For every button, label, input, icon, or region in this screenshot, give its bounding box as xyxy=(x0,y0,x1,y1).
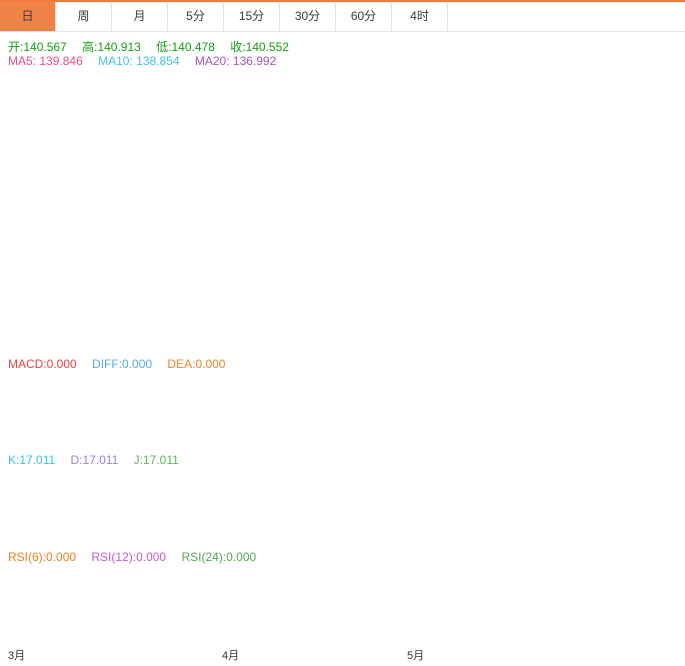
tab-60min[interactable]: 60分 xyxy=(336,2,392,31)
tab-30min[interactable]: 30分 xyxy=(280,2,336,31)
dea-value: DEA:0.000 xyxy=(167,357,225,371)
j-value: J:17.011 xyxy=(134,453,179,467)
ma20-value: MA20: 136.992 xyxy=(195,54,276,68)
tab-day[interactable]: 日 xyxy=(0,2,56,31)
ma5-value: MA5: 139.846 xyxy=(8,54,83,68)
diff-value: DIFF:0.000 xyxy=(92,357,152,371)
period-toolbar: 日 周 月 5分 15分 30分 60分 4时 xyxy=(0,2,685,32)
rsi12-value: RSI(12):0.000 xyxy=(91,550,166,564)
rsi24-value: RSI(24):0.000 xyxy=(181,550,256,564)
rsi6-value: RSI(6):0.000 xyxy=(8,550,76,564)
k-value: K:17.011 xyxy=(8,453,55,467)
kdj-row: K:17.011 D:17.011 J:17.011 xyxy=(8,453,191,467)
tab-15min[interactable]: 15分 xyxy=(224,2,280,31)
trading-chart-app: 日 周 月 5分 15分 30分 60分 4时 开:140.567 高:140.… xyxy=(0,0,685,666)
ma-row: MA5: 139.846 MA10: 138.854 MA20: 136.992 xyxy=(8,54,288,68)
close-value: 收:140.552 xyxy=(230,40,289,54)
low-value: 低:140.478 xyxy=(156,40,215,54)
tab-4hour[interactable]: 4时 xyxy=(392,2,448,31)
d-value: D:17.011 xyxy=(71,453,119,467)
ma10-value: MA10: 138.854 xyxy=(98,54,179,68)
high-value: 高:140.913 xyxy=(82,40,141,54)
macd-row: MACD:0.000 DIFF:0.000 DEA:0.000 xyxy=(8,357,237,371)
tab-week[interactable]: 周 xyxy=(56,2,112,31)
macd-value: MACD:0.000 xyxy=(8,357,77,371)
xaxis-label-may: 5月 xyxy=(407,647,424,663)
tab-5min[interactable]: 5分 xyxy=(168,2,224,31)
tab-month[interactable]: 月 xyxy=(112,2,168,31)
open-value: 开:140.567 xyxy=(8,40,67,54)
xaxis-label-april: 4月 xyxy=(222,647,239,663)
rsi-row: RSI(6):0.000 RSI(12):0.000 RSI(24):0.000 xyxy=(8,550,268,564)
ohlc-row: 开:140.567 高:140.913 低:140.478 收:140.552 xyxy=(8,38,301,55)
xaxis-label-march: 3月 xyxy=(8,647,25,663)
